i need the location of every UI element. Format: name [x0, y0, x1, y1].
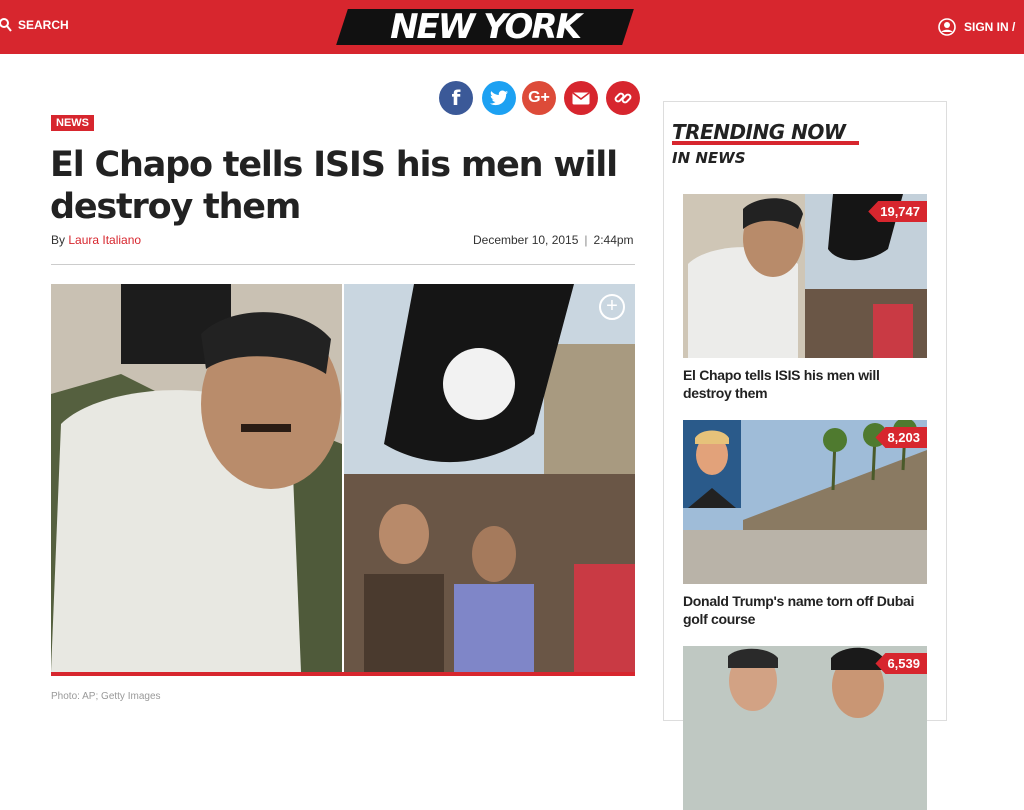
trending-item-image[interactable]: 6,539	[683, 646, 927, 810]
date-separator: |	[584, 233, 588, 247]
hero-photo-el-chapo	[51, 284, 342, 672]
hero-photo-isis-rally: +	[344, 284, 635, 672]
signin-label: SIGN IN /	[964, 20, 1016, 34]
trending-item-title[interactable]: El Chapo tells ISIS his men will destroy…	[683, 366, 927, 402]
hero-image[interactable]: +	[51, 284, 635, 676]
search-icon	[0, 18, 12, 32]
trending-subtitle: IN NEWS	[672, 149, 746, 167]
byline: By Laura Italiano	[51, 233, 141, 247]
trending-item-title[interactable]: Donald Trump's name torn off Dubai golf …	[683, 592, 927, 628]
trending-count-badge: 6,539	[875, 653, 927, 674]
publish-time: 2:44pm	[593, 233, 634, 247]
facebook-icon: f	[451, 86, 461, 110]
email-icon	[572, 91, 590, 104]
article-headline: El Chapo tells ISIS his men will destroy…	[50, 145, 618, 227]
search-button[interactable]: SEARCH	[0, 18, 69, 32]
search-label: SEARCH	[18, 18, 69, 32]
share-facebook-button[interactable]: f	[439, 81, 473, 115]
share-link-button[interactable]	[606, 81, 640, 115]
signin-link[interactable]: SIGN IN /	[938, 18, 1015, 36]
trending-item-image[interactable]: 8,203	[683, 420, 927, 584]
site-logo[interactable]: NEW YORK POST	[336, 6, 634, 89]
share-google-plus-button[interactable]: G+	[522, 81, 556, 115]
logo-text: NEW YORK POST	[390, 7, 582, 89]
el-chapo-illustration	[51, 284, 342, 672]
hero-accent-bar	[51, 672, 635, 676]
section-badge[interactable]: NEWS	[51, 115, 94, 131]
google-plus-icon: G+	[528, 89, 550, 106]
trending-item-image[interactable]: 19,747	[683, 194, 927, 358]
author-link[interactable]: Laura Italiano	[68, 233, 141, 247]
expand-image-button[interactable]: +	[599, 294, 625, 320]
photo-credit: Photo: AP; Getty Images	[51, 691, 161, 702]
isis-rally-illustration	[344, 284, 635, 672]
dateline: December 10, 2015 | 2:44pm	[473, 233, 634, 247]
byline-prefix: By	[51, 233, 66, 247]
share-twitter-button[interactable]	[482, 81, 516, 115]
share-email-button[interactable]	[564, 81, 598, 115]
trending-underline	[672, 141, 859, 145]
divider	[51, 264, 635, 265]
link-icon	[614, 92, 632, 104]
publish-date: December 10, 2015	[473, 233, 579, 247]
twitter-icon	[490, 90, 508, 106]
user-icon	[938, 18, 956, 36]
trending-count-badge: 8,203	[875, 427, 927, 448]
site-header: SEARCH NEW YORK POST SIGN IN /	[0, 0, 1024, 89]
trending-count-badge: 19,747	[868, 201, 927, 222]
